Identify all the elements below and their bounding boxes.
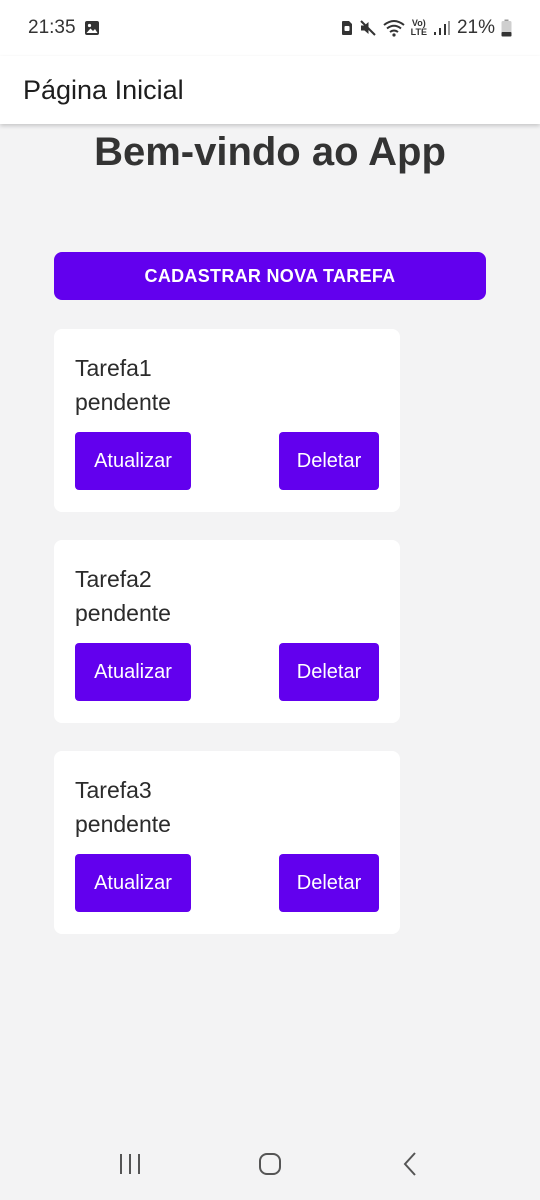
home-icon[interactable] (240, 1134, 300, 1194)
app-title: Página Inicial (23, 74, 184, 105)
navigation-bar (0, 1128, 540, 1200)
task-name: Tarefa1 (75, 355, 152, 381)
status-left: 21:35 (28, 17, 100, 39)
delete-button[interactable]: Deletar (279, 854, 379, 912)
task-card: Tarefa3 pendente Atualizar Deletar (54, 751, 400, 934)
sim-icon (341, 20, 353, 36)
task-status: pendente (75, 600, 171, 626)
delete-button[interactable]: Deletar (279, 643, 379, 701)
task-name: Tarefa3 (75, 777, 152, 803)
mute-icon (359, 19, 377, 37)
image-icon (84, 20, 100, 36)
task-card: Tarefa2 pendente Atualizar Deletar (54, 540, 400, 723)
status-bar: 21:35 Vo) LTE 21% (0, 0, 540, 56)
task-status: pendente (75, 389, 171, 415)
delete-button[interactable]: Deletar (279, 432, 379, 490)
update-button[interactable]: Atualizar (75, 643, 191, 701)
volte-bottom-text: LTE (410, 27, 427, 37)
signal-icon (433, 20, 451, 36)
wifi-icon (383, 19, 405, 37)
task-card: Tarefa1 pendente Atualizar Deletar (54, 329, 400, 512)
battery-percent: 21% (456, 17, 495, 38)
recents-icon[interactable] (100, 1134, 160, 1194)
update-button[interactable]: Atualizar (75, 854, 191, 912)
update-button[interactable]: Atualizar (75, 432, 191, 490)
screen: 21:35 Vo) LTE 21% Página Inicial Bem-vin… (0, 0, 540, 1200)
battery-icon (501, 19, 512, 37)
back-icon[interactable] (380, 1134, 440, 1194)
status-right: Vo) LTE 21% (341, 17, 512, 39)
volte-icon: Vo) LTE (411, 19, 427, 37)
add-task-button[interactable]: CADASTRAR NOVA TAREFA (54, 252, 486, 300)
app-bar: Página Inicial (0, 56, 540, 124)
task-status: pendente (75, 811, 171, 837)
status-time: 21:35 (28, 17, 76, 38)
welcome-heading: Bem-vindo ao App (94, 130, 446, 174)
task-name: Tarefa2 (75, 566, 152, 592)
